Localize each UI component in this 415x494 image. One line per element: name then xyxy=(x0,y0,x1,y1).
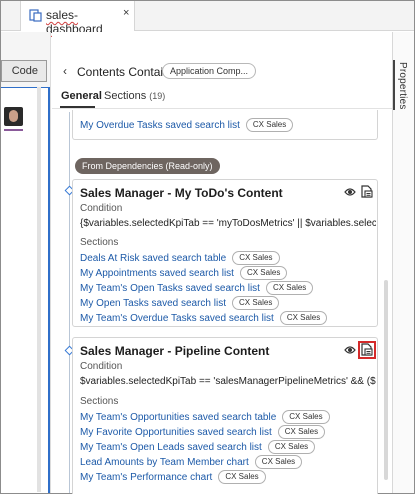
section-link[interactable]: Deals At Risk saved search table xyxy=(80,253,226,264)
list-item: Deals At Risk saved search table CX Sales xyxy=(80,251,280,265)
editor-tab-bar: sales-dashboard × xyxy=(1,1,414,36)
document-icon[interactable] xyxy=(361,185,373,198)
cx-sales-badge: CX Sales xyxy=(279,311,328,325)
section-card-partial: My Overdue Tasks saved search list CX Sal… xyxy=(72,110,378,140)
cx-sales-badge: CX Sales xyxy=(232,251,280,265)
list-item: My Overdue Tasks saved search list CX Sal… xyxy=(80,118,294,132)
section-link[interactable]: My Team's Opportunities saved search tab… xyxy=(80,412,276,423)
list-item: Lead Amounts by Team Member chart CX Sale… xyxy=(80,455,303,469)
cx-sales-badge: CX Sales xyxy=(265,281,314,295)
cx-sales-badge: CX Sales xyxy=(277,425,326,439)
section-link[interactable]: My Favorite Opportunities saved search l… xyxy=(80,427,272,438)
sections-label: Sections xyxy=(80,237,119,248)
content-card-pipeline: Sales Manager - Pipeline Content Conditi… xyxy=(72,337,378,494)
cx-sales-badge: CX Sales xyxy=(239,266,288,280)
list-item: My Team's Open Leads saved search list CX… xyxy=(80,440,316,454)
list-item: My Team's Overdue Tasks saved search lis… xyxy=(80,311,328,325)
properties-panel: ‹ Contents Container Application Comp...… xyxy=(52,32,392,494)
page-icon xyxy=(29,9,42,22)
tab-sections[interactable]: Sections (19) xyxy=(104,90,165,102)
tab-sections-label: Sections xyxy=(104,90,147,102)
condition-expression: {$variables.selectedKpiTab == 'myToDosMe… xyxy=(80,218,376,229)
tab-properties[interactable]: Properties xyxy=(397,62,408,110)
code-button[interactable]: Code xyxy=(1,60,47,82)
condition-expression: $variables.selectedKpiTab == 'salesManag… xyxy=(80,376,376,387)
list-item: My Team's Opportunities saved search tab… xyxy=(80,410,330,424)
back-chevron-icon[interactable]: ‹ xyxy=(63,64,67,78)
section-link[interactable]: My Team's Overdue Tasks saved search lis… xyxy=(80,313,274,324)
properties-sidebar: Properties xyxy=(392,32,414,493)
list-item: My Appointments saved search list CX Sale… xyxy=(80,266,288,280)
section-link[interactable]: My Appointments saved search list xyxy=(80,268,234,279)
card-title: Sales Manager - Pipeline Content xyxy=(80,344,270,358)
cx-sales-badge: CX Sales xyxy=(218,470,266,484)
design-canvas: Code xyxy=(1,32,51,493)
content-card-todos: Sales Manager - My ToDo's Content Condit… xyxy=(72,179,378,327)
avatar-underline xyxy=(4,129,23,131)
tab-sales-dashboard[interactable]: sales-dashboard × xyxy=(20,1,135,36)
cx-sales-badge: CX Sales xyxy=(267,440,316,454)
section-link[interactable]: Lead Amounts by Team Member chart xyxy=(80,457,249,468)
list-item: My Team's Open Tasks saved search list CX… xyxy=(80,281,314,295)
list-item: My Open Tasks saved search list CX Sales xyxy=(80,296,280,310)
eye-icon[interactable] xyxy=(344,345,356,355)
dependencies-badge: From Dependencies (Read-only) xyxy=(75,158,220,174)
panel-scrollbar[interactable] xyxy=(384,280,388,480)
condition-label: Condition xyxy=(80,361,123,372)
canvas-scrollbar[interactable] xyxy=(37,87,41,492)
tabs-divider xyxy=(52,108,392,109)
close-icon[interactable]: × xyxy=(123,7,129,19)
sections-label: Sections xyxy=(80,396,119,407)
section-link[interactable]: My Team's Open Tasks saved search list xyxy=(80,283,260,294)
eye-icon[interactable] xyxy=(344,187,356,197)
section-link[interactable]: My Overdue Tasks saved search list xyxy=(80,120,240,131)
tab-general[interactable]: General xyxy=(61,90,102,102)
condition-label: Condition xyxy=(80,203,123,214)
cx-sales-badge: CX Sales xyxy=(254,455,303,469)
section-link[interactable]: My Team's Performance chart xyxy=(80,472,212,483)
tree-connector xyxy=(69,112,70,493)
sections-count: (19) xyxy=(149,91,166,101)
cx-sales-badge: CX Sales xyxy=(232,296,280,310)
section-link[interactable]: My Team's Open Leads saved search list xyxy=(80,442,262,453)
section-link[interactable]: My Open Tasks saved search list xyxy=(80,298,226,309)
cx-sales-badge: CX Sales xyxy=(282,410,330,424)
active-tab-indicator xyxy=(393,60,395,110)
card-title: Sales Manager - My ToDo's Content xyxy=(80,186,283,200)
avatar xyxy=(4,107,23,126)
document-icon[interactable] xyxy=(361,343,373,356)
page-preview[interactable] xyxy=(1,87,50,493)
list-item: My Favorite Opportunities saved search l… xyxy=(80,425,326,439)
cx-sales-badge: CX Sales xyxy=(245,118,294,132)
list-item: My Team's Performance chart CX Sales xyxy=(80,470,266,484)
component-type-badge: Application Comp... xyxy=(162,63,257,79)
